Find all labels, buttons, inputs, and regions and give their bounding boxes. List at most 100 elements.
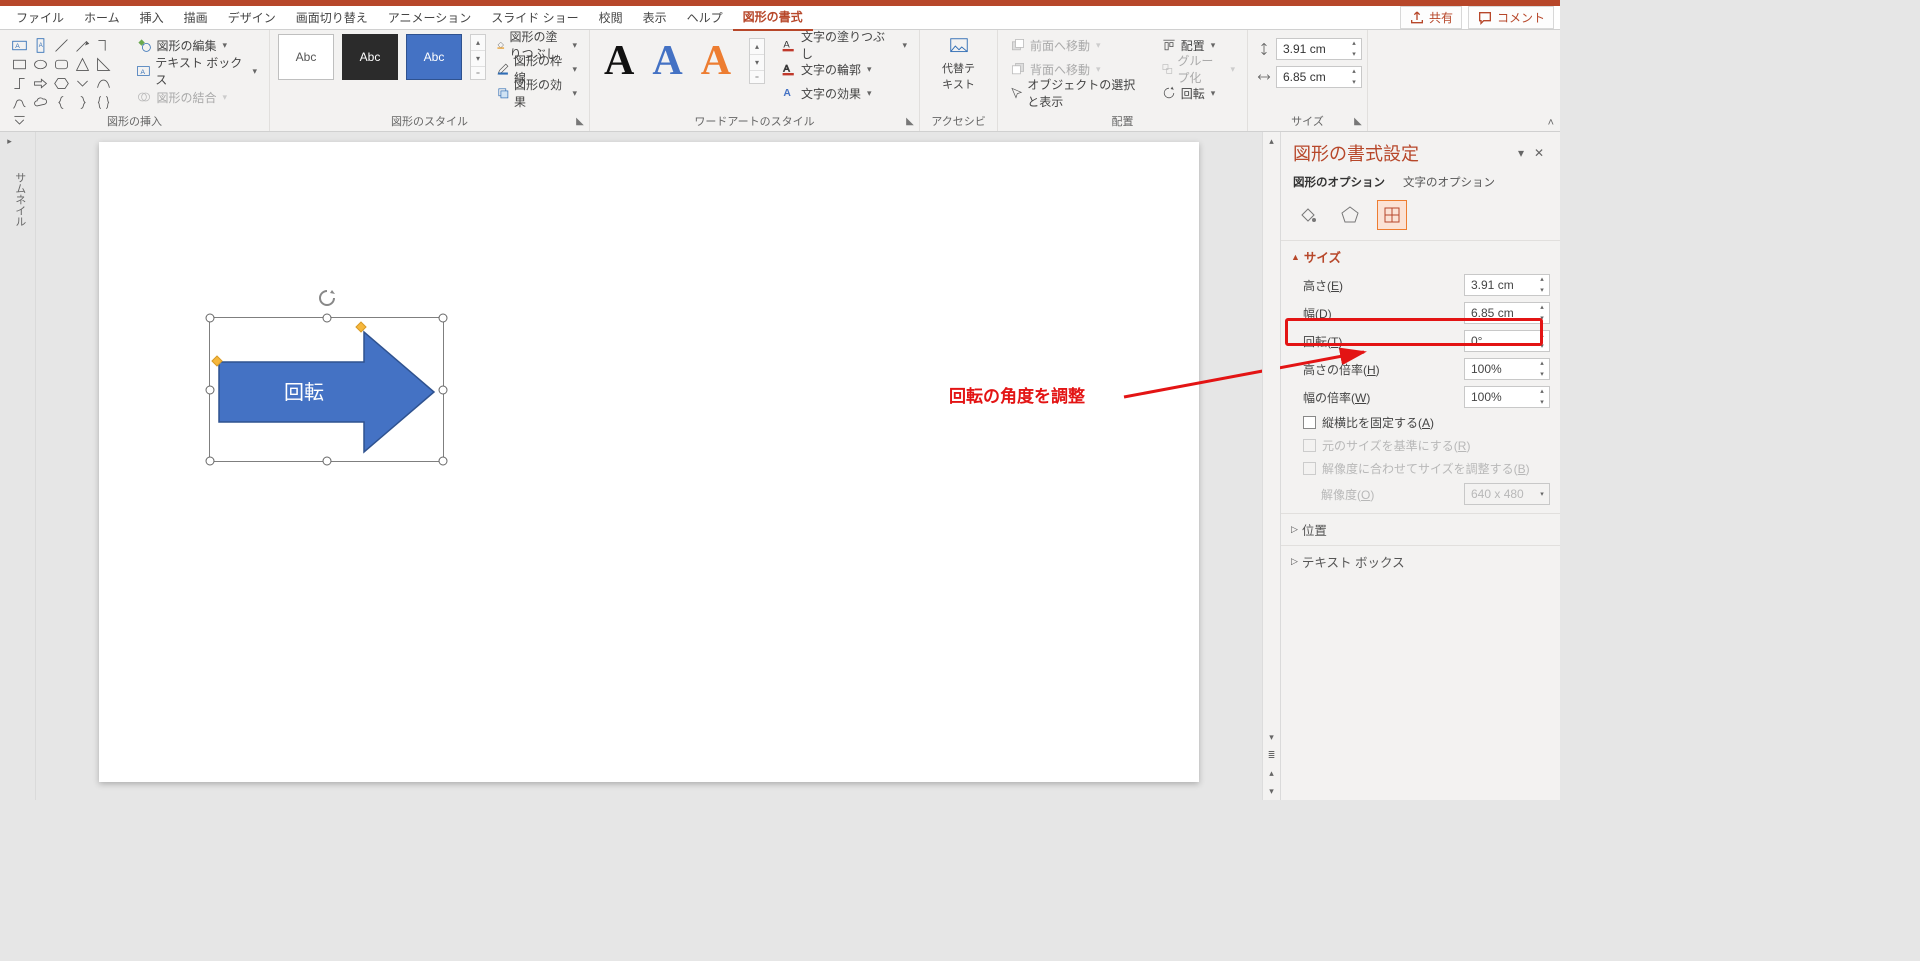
alt-text-label: 代替テ キスト: [942, 60, 975, 92]
wordart-gallery[interactable]: A A A ▴▾⁼: [598, 34, 771, 88]
cat-effects[interactable]: [1335, 200, 1365, 230]
adjust-handle-1[interactable]: [356, 321, 367, 332]
rotate-button[interactable]: 回転▾: [1157, 82, 1239, 104]
prop-scale-h-value: 100%: [1465, 362, 1535, 376]
group-label-insert-shapes: 図形の挿入: [8, 113, 261, 131]
alt-text-button[interactable]: 代替テ キスト: [938, 34, 980, 92]
text-outline-button[interactable]: A 文字の輪郭▾: [777, 58, 911, 80]
tab-insert[interactable]: 挿入: [130, 5, 174, 30]
handle-bm[interactable]: [322, 457, 331, 466]
tab-design[interactable]: デザイン: [218, 5, 286, 30]
section-textbox[interactable]: ▷テキスト ボックス: [1281, 545, 1560, 577]
svg-text:A: A: [39, 43, 43, 49]
lock-aspect-checkbox[interactable]: [1303, 416, 1316, 429]
tab-shape-format[interactable]: 図形の書式: [733, 4, 813, 31]
send-backward-icon: [1010, 61, 1026, 77]
tab-view[interactable]: 表示: [633, 5, 677, 30]
tab-review[interactable]: 校閲: [589, 5, 633, 30]
tab-animation[interactable]: アニメーション: [378, 5, 482, 30]
thumbnail-label: サムネイル: [12, 132, 28, 227]
wordart-gallery-more[interactable]: ▴▾⁼: [749, 38, 765, 84]
handle-tl[interactable]: [206, 314, 215, 323]
group-label-size: サイズ: [1256, 113, 1359, 131]
svg-text:A: A: [15, 43, 20, 50]
merge-label: 図形の結合: [156, 89, 216, 106]
tab-help[interactable]: ヘルプ: [677, 5, 733, 30]
edit-shape-icon: [136, 37, 152, 53]
handle-tr[interactable]: [439, 314, 448, 323]
comment-button[interactable]: コメント: [1468, 6, 1554, 29]
tab-file[interactable]: ファイル: [6, 5, 74, 30]
wordart-2[interactable]: A: [652, 40, 682, 82]
selection-pane-button[interactable]: オブジェクトの選択と表示: [1006, 82, 1151, 104]
text-fill-button[interactable]: A 文字の塗りつぶし▾: [777, 34, 911, 56]
wordart-1[interactable]: A: [604, 40, 634, 82]
style-gallery[interactable]: Abc Abc Abc ▴▾⁼: [278, 34, 486, 80]
rtriangle-icon: [95, 56, 112, 73]
adjust-handle-2[interactable]: [211, 355, 222, 366]
style-2[interactable]: Abc: [342, 34, 398, 80]
svg-text:A: A: [783, 39, 790, 50]
handle-bl[interactable]: [206, 457, 215, 466]
prop-scale-h-spin[interactable]: 100%▴▾: [1464, 358, 1550, 380]
canvas-area[interactable]: 回転 回転の角度を調整: [36, 132, 1262, 800]
group-label-wordart: ワードアートのスタイル: [598, 113, 911, 131]
shape-effects-button[interactable]: 図形の効果▾: [492, 82, 581, 104]
width-value: 6.85 cm: [1277, 70, 1347, 84]
style-1[interactable]: Abc: [278, 34, 334, 80]
slide[interactable]: 回転 回転の角度を調整: [99, 142, 1199, 782]
section-position[interactable]: ▷位置: [1281, 513, 1560, 545]
option-tab-shape[interactable]: 図形のオプション: [1293, 174, 1385, 190]
height-spin[interactable]: 3.91 cm▴▾: [1276, 38, 1362, 60]
text-effects-button[interactable]: A 文字の効果▾: [777, 82, 911, 104]
style-gallery-more[interactable]: ▴▾⁼: [470, 34, 486, 80]
ribbon-collapse[interactable]: ˄: [1548, 117, 1554, 129]
textbox-v-icon: A: [32, 37, 49, 54]
share-button[interactable]: 共有: [1400, 6, 1462, 29]
option-tab-text[interactable]: 文字のオプション: [1403, 174, 1495, 190]
section-size[interactable]: ▲サイズ: [1281, 240, 1560, 272]
handle-br[interactable]: [439, 457, 448, 466]
rotation-handle[interactable]: [317, 288, 337, 313]
brace-l-icon: [53, 94, 70, 111]
send-backward-label: 背面へ移動: [1030, 61, 1090, 78]
shapes-gallery[interactable]: A A: [8, 34, 126, 110]
bring-forward-label: 前面へ移動: [1030, 37, 1090, 54]
styles-launcher[interactable]: ◣: [573, 115, 587, 129]
style-3[interactable]: Abc: [406, 34, 462, 80]
textbox-button[interactable]: A テキスト ボックス▾: [132, 60, 261, 82]
tab-draw[interactable]: 描画: [174, 5, 218, 30]
handle-ml[interactable]: [206, 385, 215, 394]
handle-tm[interactable]: [322, 314, 331, 323]
svg-text:A: A: [141, 69, 146, 76]
oval-icon: [32, 56, 49, 73]
prop-height-spin[interactable]: 3.91 cm▴▾: [1464, 274, 1550, 296]
tab-home[interactable]: ホーム: [74, 5, 130, 30]
tab-transition[interactable]: 画面切り替え: [286, 5, 378, 30]
wordart-3[interactable]: A: [701, 40, 731, 82]
width-spin[interactable]: 6.85 cm▴▾: [1276, 66, 1362, 88]
thumbnail-rail[interactable]: ▸ サムネイル: [0, 132, 36, 800]
size-props-icon: [1382, 205, 1402, 225]
edit-shape-button[interactable]: 図形の編集▾: [132, 34, 261, 56]
group-label-styles: 図形のスタイル: [278, 113, 581, 131]
resolution-label: 解像度(O): [1321, 486, 1458, 503]
merge-icon: [136, 89, 152, 105]
wordart-launcher[interactable]: ◣: [903, 115, 917, 129]
size-launcher[interactable]: ◣: [1351, 115, 1365, 129]
prop-scale-w-spin[interactable]: 100%▴▾: [1464, 386, 1550, 408]
share-label: 共有: [1429, 9, 1453, 26]
orig-size-checkbox: [1303, 439, 1316, 452]
tab-slideshow[interactable]: スライド ショー: [481, 5, 588, 30]
main-area: ▸ サムネイル 回転: [0, 132, 1560, 800]
handle-mr[interactable]: [439, 385, 448, 394]
pane-options-button[interactable]: ▾: [1512, 146, 1530, 160]
cat-fill[interactable]: [1293, 200, 1323, 230]
orig-size-label: 元のサイズを基準にする(R): [1322, 437, 1550, 454]
cat-size[interactable]: [1377, 200, 1407, 230]
height-icon: [1256, 41, 1272, 57]
resolution-value: 640 x 480: [1465, 487, 1535, 501]
canvas-scrollbar[interactable]: ▴ ▾≣▴▾: [1262, 132, 1280, 800]
pane-close-button[interactable]: ✕: [1530, 146, 1548, 160]
annotation-highlight: [1285, 318, 1543, 346]
